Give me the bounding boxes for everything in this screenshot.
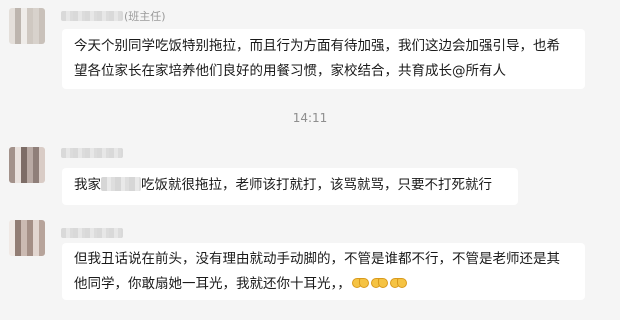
blurred-name [101, 177, 141, 191]
message-text-prefix: 我家 [74, 177, 101, 193]
sender-name: (班主任) [61, 9, 166, 23]
blurred-name [61, 147, 123, 158]
blurred-name [61, 227, 123, 238]
message-bubble[interactable]: 我家 吃饭就很拖拉，老师该打就打，该骂就骂，只要不打死就行 [62, 168, 518, 205]
chat-window: (班主任) 今天个别同学吃饭特别拖拉，而且行为方面有待加强，我们这边会加强引导，… [0, 0, 620, 320]
blurred-name [61, 10, 123, 21]
message-bubble[interactable]: 但我丑话说在前头，没有理由就动手动脚的，不管是谁都不行，不管是老师还是其 他同学… [62, 243, 585, 300]
sender-name [61, 226, 124, 239]
message-text-line: 今天个别同学吃饭特别拖拉，而且行为方面有待加强，我们这边会加强引导，也希 [74, 38, 560, 54]
folded-hands-icon [351, 276, 370, 290]
message-text: 他同学，你敢扇她一耳光，我就还你十耳光，， [74, 276, 351, 292]
message-text-line: 望各位家长在家培养他们良好的用餐习惯，家校结合，共育成长@所有人 [74, 63, 506, 79]
timestamp: 14:11 [292, 111, 328, 125]
avatar[interactable] [9, 8, 45, 44]
message-text-line: 他同学，你敢扇她一耳光，我就还你十耳光，， [74, 272, 573, 297]
message-1: (班主任) 今天个别同学吃饭特别拖拉，而且行为方面有待加强，我们这边会加强引导，… [0, 0, 620, 89]
sender-name [61, 146, 124, 159]
folded-hands-icon [370, 276, 389, 290]
folded-hands-icon [389, 276, 408, 290]
sender-role: (班主任) [124, 9, 166, 23]
message-text-line: 我家 吃饭就很拖拉，老师该打就打，该骂就骂，只要不打死就行 [74, 173, 506, 198]
message-bubble[interactable]: 今天个别同学吃饭特别拖拉，而且行为方面有待加强，我们这边会加强引导，也希 望各位… [62, 29, 585, 89]
avatar[interactable] [9, 147, 45, 183]
message-text-suffix: 吃饭就很拖拉，老师该打就打，该骂就骂，只要不打死就行 [141, 177, 492, 193]
avatar[interactable] [9, 220, 45, 256]
message-text-line: 但我丑话说在前头，没有理由就动手动脚的，不管是谁都不行，不管是老师还是其 [74, 251, 560, 267]
